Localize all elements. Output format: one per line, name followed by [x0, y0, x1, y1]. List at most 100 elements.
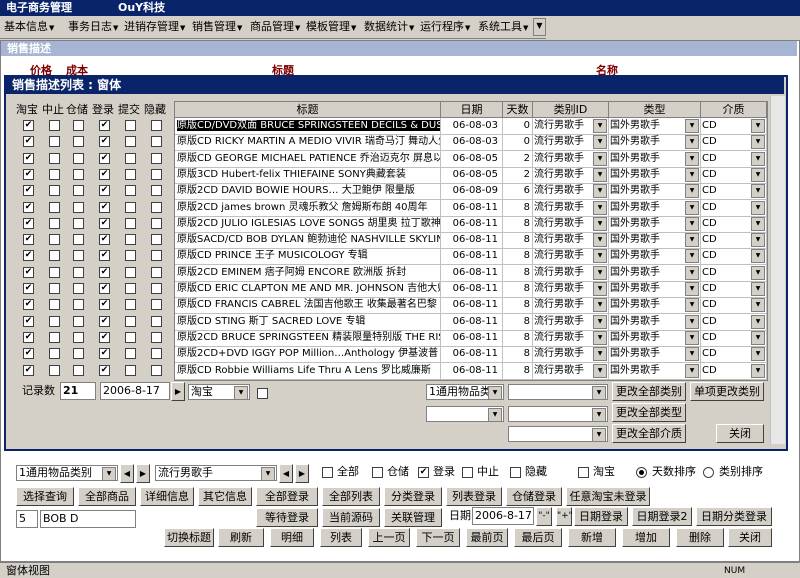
nav-button-7[interactable]: 最后页	[514, 528, 562, 547]
cell-media[interactable]: CD ▼	[701, 248, 767, 265]
flag-checkbox[interactable]: ✔	[99, 152, 110, 164]
flag-checkbox[interactable]	[73, 201, 84, 213]
flag-checkbox[interactable]: ✔	[99, 331, 110, 343]
cell-category[interactable]: 流行男歌手 ▼	[533, 215, 609, 232]
flag-checkbox[interactable]	[49, 136, 60, 148]
date-field[interactable]: 2006-8-17	[472, 507, 534, 525]
cell-type[interactable]: 国外男歌手 ▼	[609, 183, 701, 200]
cell-type[interactable]: 国外男歌手 ▼	[609, 118, 701, 134]
flag-checkbox[interactable]	[49, 348, 60, 360]
filter-checkbox[interactable]	[578, 467, 589, 478]
nav-button-10[interactable]: 删除	[676, 528, 724, 547]
date-action-button-0[interactable]: 日期登录	[574, 507, 628, 526]
action-button-7[interactable]: 列表登录	[446, 487, 502, 506]
flag-checkbox[interactable]	[125, 250, 136, 262]
toolbar-options-icon[interactable]: ▼	[533, 18, 546, 36]
flag-checkbox[interactable]	[125, 364, 136, 376]
flag-checkbox[interactable]	[151, 299, 162, 311]
flag-checkbox[interactable]	[151, 120, 162, 131]
next-category-button[interactable]: ▶	[136, 464, 150, 483]
flag-checkbox[interactable]	[125, 234, 136, 246]
flag-checkbox[interactable]	[125, 152, 136, 164]
inner-date-field[interactable]: 2006-8-17	[100, 382, 170, 400]
table-row[interactable]: 原版2CD EMINEM 痞子阿姆 ENCORE 欧洲版 拆封 06-08-11 8…	[175, 264, 767, 282]
flag-checkbox[interactable]	[125, 168, 136, 180]
nav-button-6[interactable]: 最前页	[466, 528, 508, 547]
cell-type[interactable]: 国外男歌手 ▼	[609, 313, 701, 330]
flag-checkbox[interactable]: ✔	[23, 331, 34, 343]
next-record-button[interactable]: ▶	[171, 382, 185, 401]
flag-checkbox[interactable]	[151, 152, 162, 164]
date-plus-button[interactable]: "+"	[556, 507, 573, 526]
flag-checkbox[interactable]	[49, 168, 60, 180]
flag-checkbox[interactable]: ✔	[23, 364, 34, 376]
flag-checkbox[interactable]: ✔	[23, 168, 34, 180]
subcategory-combo[interactable]: ▼	[508, 384, 608, 400]
flag-checkbox[interactable]	[125, 299, 136, 311]
prev-subcategory-button[interactable]: ◀	[279, 464, 293, 483]
flag-checkbox[interactable]	[49, 250, 60, 262]
flag-checkbox[interactable]	[73, 283, 84, 294]
action-button-4[interactable]: 全部登录	[256, 487, 318, 506]
nav-button-3[interactable]: 列表	[320, 528, 362, 547]
cell-type[interactable]: 国外男歌手 ▼	[609, 362, 701, 379]
cell-type[interactable]: 国外男歌手 ▼	[609, 297, 701, 314]
nav-button-8[interactable]: 新增	[568, 528, 616, 547]
menu-0[interactable]: 基本信息▼	[4, 19, 54, 35]
user-field[interactable]: BOB D	[40, 510, 136, 528]
flag-checkbox[interactable]	[125, 348, 136, 360]
flag-checkbox[interactable]	[125, 283, 136, 294]
cell-category[interactable]: 流行男歌手 ▼	[533, 264, 609, 281]
filter-checkbox[interactable]: ✔	[418, 467, 429, 478]
flag-checkbox[interactable]: ✔	[23, 348, 34, 360]
flag-checkbox[interactable]	[49, 331, 60, 343]
flag-checkbox[interactable]	[73, 315, 84, 327]
col-title[interactable]: 标题	[175, 102, 441, 118]
cell-media[interactable]: CD ▼	[701, 166, 767, 183]
flag-checkbox[interactable]: ✔	[23, 234, 34, 246]
filter-checkbox[interactable]	[372, 467, 383, 478]
menu-8[interactable]: 系统工具▼	[478, 19, 528, 35]
flag-checkbox[interactable]: ✔	[99, 299, 110, 311]
cell-media[interactable]: CD ▼	[701, 264, 767, 281]
cell-category[interactable]: 流行男歌手 ▼	[533, 297, 609, 314]
flag-checkbox[interactable]	[49, 185, 60, 197]
cell-category[interactable]: 流行男歌手 ▼	[533, 313, 609, 330]
cell-media[interactable]: CD ▼	[701, 281, 767, 297]
sort-by-days-radio[interactable]	[636, 467, 647, 478]
flag-checkbox[interactable]	[151, 201, 162, 213]
flag-checkbox[interactable]	[125, 120, 136, 131]
flag-checkbox[interactable]	[73, 348, 84, 360]
platform-checkbox[interactable]	[257, 388, 268, 399]
flag-checkbox[interactable]	[49, 234, 60, 246]
platform-combo[interactable]: 淘宝 ▼	[188, 384, 250, 400]
flag-checkbox[interactable]	[151, 136, 162, 148]
flag-checkbox[interactable]: ✔	[99, 266, 110, 278]
table-row[interactable]: 原版CD FRANCIS CABREL 法国吉他歌王 收集最著名巴黎 06-08-…	[175, 297, 767, 315]
cell-category[interactable]: 流行男歌手 ▼	[533, 329, 609, 346]
cell-category[interactable]: 流行男歌手 ▼	[533, 248, 609, 265]
flag-checkbox[interactable]: ✔	[23, 266, 34, 278]
action-button-3[interactable]: 其它信息	[198, 487, 252, 506]
cell-category[interactable]: 流行男歌手 ▼	[533, 150, 609, 167]
filter-checkbox[interactable]	[462, 467, 473, 478]
cell-category[interactable]: 流行男歌手 ▼	[533, 199, 609, 216]
flag-checkbox[interactable]	[151, 185, 162, 197]
cell-type[interactable]: 国外男歌手 ▼	[609, 215, 701, 232]
cell-type[interactable]: 国外男歌手 ▼	[609, 134, 701, 151]
flag-checkbox[interactable]	[73, 331, 84, 343]
date-action-button-2[interactable]: 日期分类登录	[696, 507, 772, 526]
cell-media[interactable]: CD ▼	[701, 346, 767, 363]
flag-checkbox[interactable]	[151, 266, 162, 278]
menu-6[interactable]: 数据统计▼	[364, 19, 414, 35]
cell-type[interactable]: 国外男歌手 ▼	[609, 248, 701, 265]
col-date[interactable]: 日期	[441, 102, 503, 118]
action-button-0[interactable]: 选择查询	[16, 487, 74, 506]
flag-checkbox[interactable]: ✔	[23, 185, 34, 197]
record-count[interactable]: 21	[60, 382, 96, 400]
table-row[interactable]: 原版3CD Hubert-felix THIEFAINE SONY典藏套装 06-…	[175, 166, 767, 184]
flag-checkbox[interactable]	[49, 283, 60, 294]
flag-checkbox[interactable]: ✔	[99, 364, 110, 376]
flag-checkbox[interactable]: ✔	[23, 120, 34, 131]
flag-checkbox[interactable]	[125, 266, 136, 278]
